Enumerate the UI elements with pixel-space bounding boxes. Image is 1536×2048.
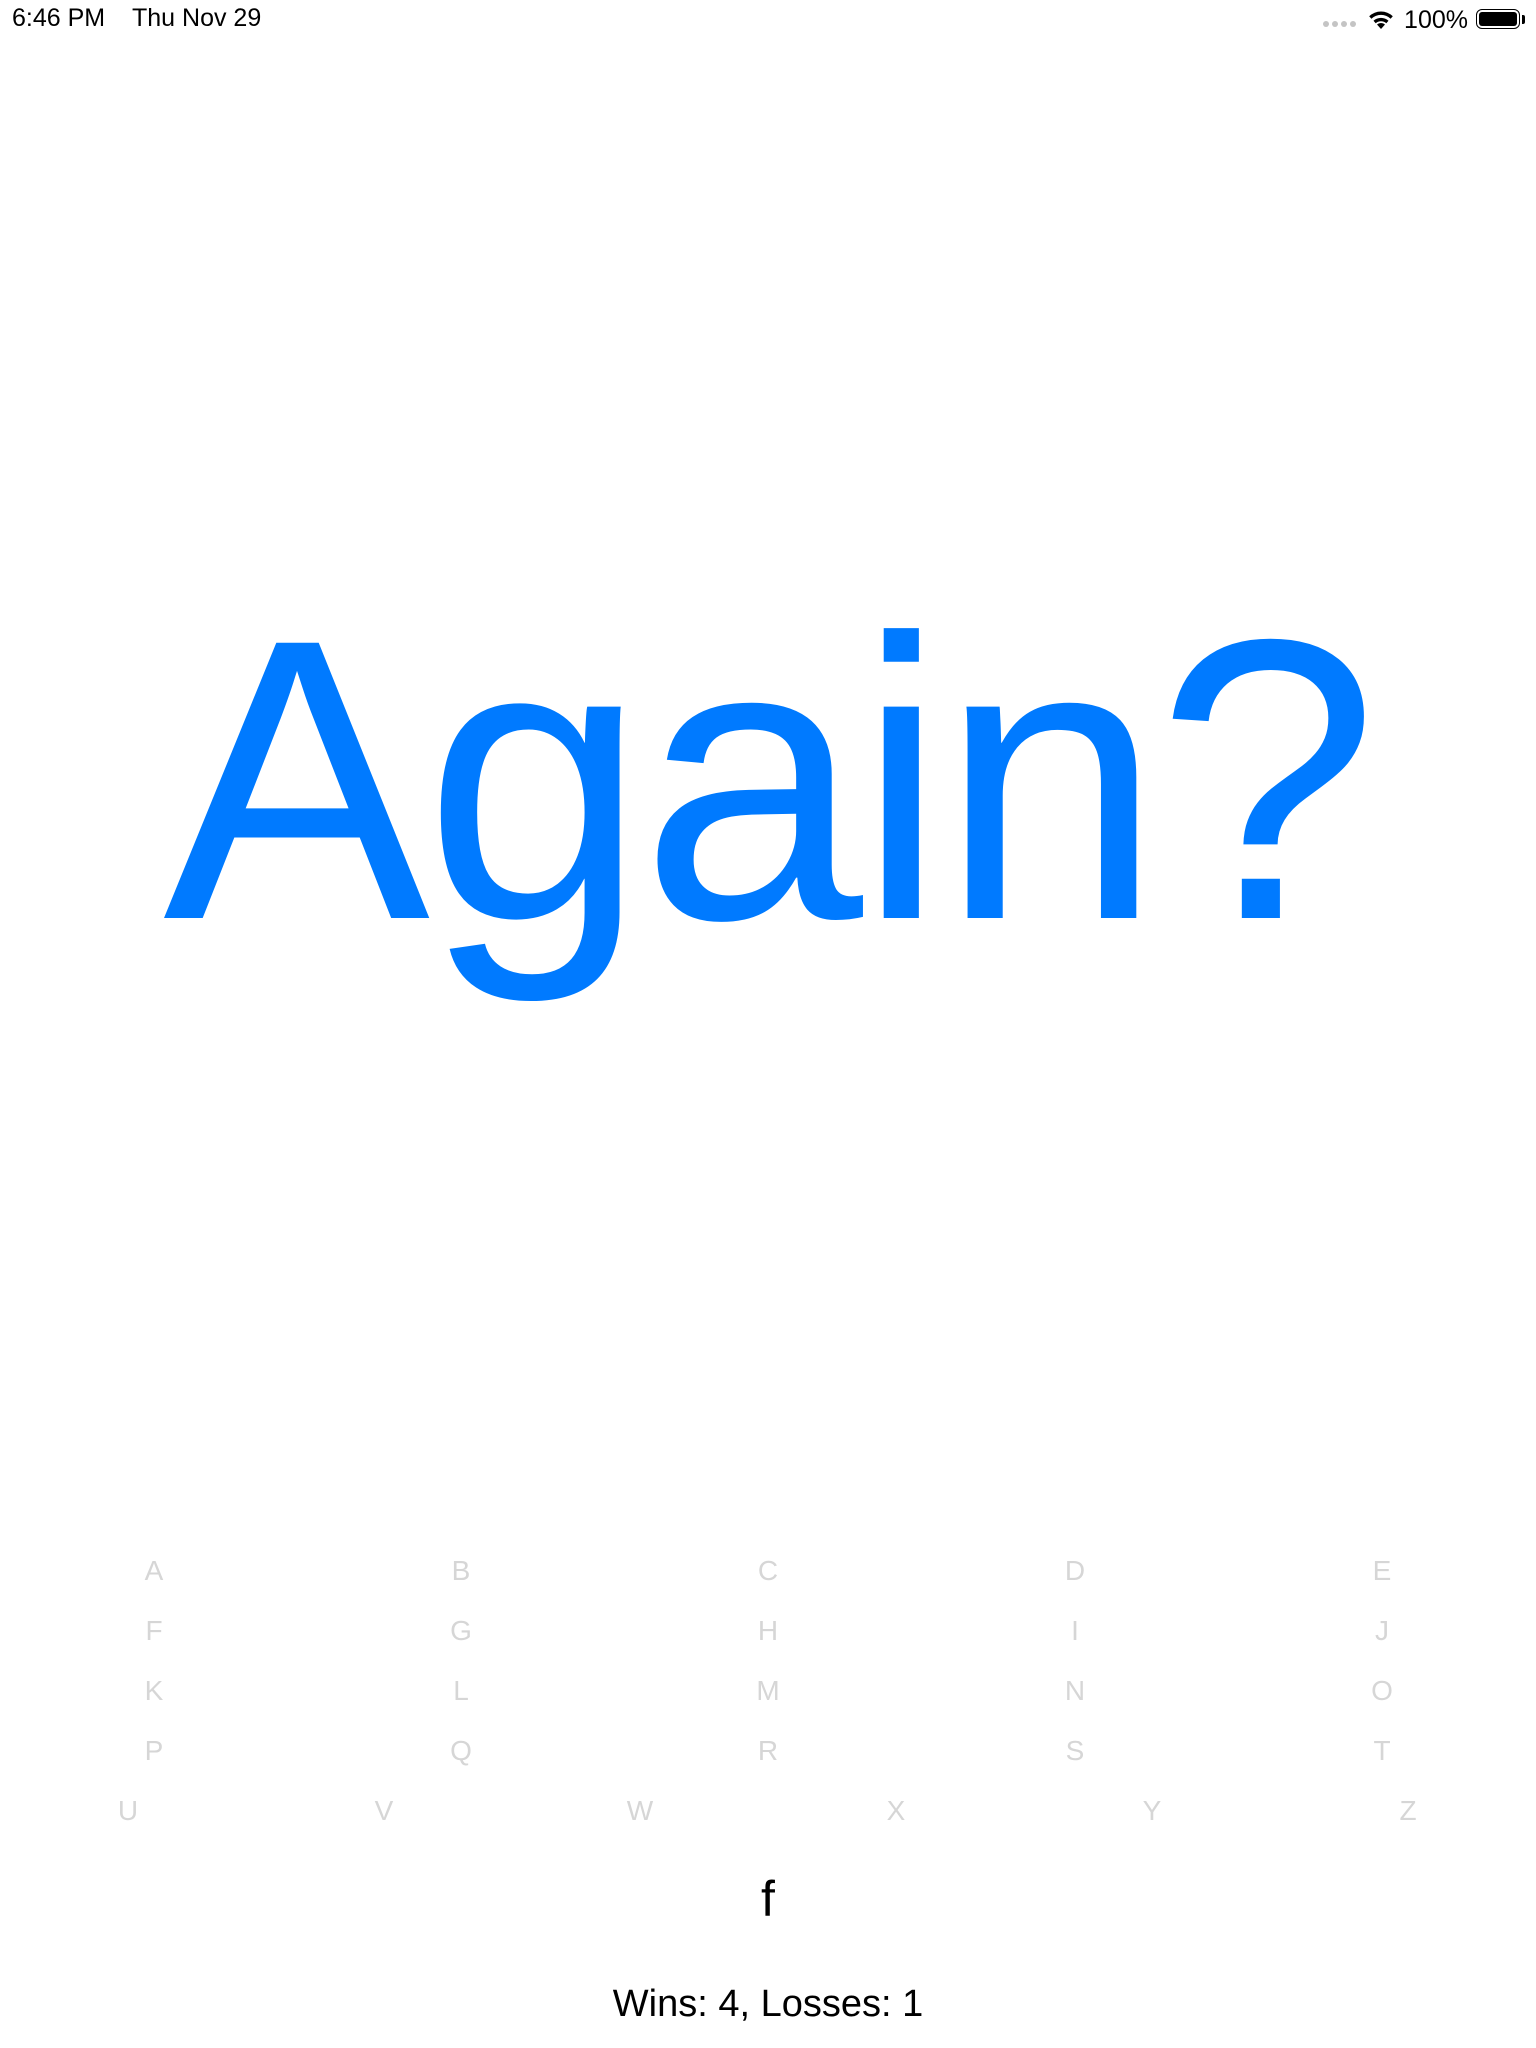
letter-button-l[interactable]: L [431,1675,491,1707]
score-label: Wins: 4, Losses: 1 [612,1983,924,2025]
letter-button-o[interactable]: O [1352,1675,1412,1707]
battery-percentage: 100% [1404,5,1468,34]
status-indicators: 100% [1323,6,1526,34]
letter-button-s[interactable]: S [1045,1735,1105,1767]
letter-button-a[interactable]: A [124,1555,184,1587]
letter-button-f[interactable]: F [124,1615,184,1647]
status-date: Thu Nov 29 [132,4,262,32]
letter-button-h[interactable]: H [738,1615,798,1647]
letter-button-g[interactable]: G [431,1615,491,1647]
letter-button-z[interactable]: Z [1378,1795,1438,1827]
letter-button-p[interactable]: P [124,1735,184,1767]
letter-button-m[interactable]: M [738,1675,798,1707]
current-guess: f [761,1871,775,1927]
letter-button-u[interactable]: U [98,1795,158,1827]
battery-full-icon [1476,9,1526,31]
status-bar: 6:46 PM Thu Nov 29 100% [0,0,1536,40]
letter-button-r[interactable]: R [738,1735,798,1767]
letter-button-q[interactable]: Q [431,1735,491,1767]
letter-button-n[interactable]: N [1045,1675,1105,1707]
status-time: 6:46 PM [12,4,106,32]
play-again-button[interactable]: Again? [0,580,1536,980]
letter-button-t[interactable]: T [1352,1735,1412,1767]
letter-button-k[interactable]: K [124,1675,184,1707]
letter-button-w[interactable]: W [610,1795,670,1827]
letter-button-i[interactable]: I [1045,1615,1105,1647]
letter-button-x[interactable]: X [866,1795,926,1827]
letter-button-b[interactable]: B [431,1555,491,1587]
letter-button-c[interactable]: C [738,1555,798,1587]
letter-button-d[interactable]: D [1045,1555,1105,1587]
letter-button-e[interactable]: E [1352,1555,1412,1587]
wifi-icon [1369,11,1393,29]
letter-button-v[interactable]: V [354,1795,414,1827]
letter-button-y[interactable]: Y [1122,1795,1182,1827]
cellular-signal-icon [1323,21,1357,27]
letter-button-j[interactable]: J [1352,1615,1412,1647]
